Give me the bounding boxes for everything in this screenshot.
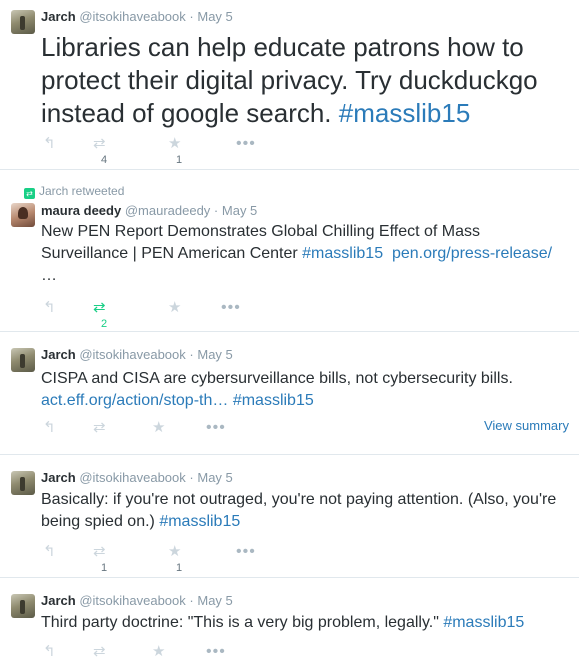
star-icon: ★	[168, 135, 182, 152]
avatar[interactable]	[11, 594, 35, 618]
star-icon: ★	[152, 419, 166, 436]
favorite-button[interactable]: ★	[152, 644, 165, 660]
reply-button[interactable]: ↰	[43, 300, 56, 316]
separator-dot: ·	[189, 347, 194, 362]
tweet[interactable]: Jarch @itsokihaveabook · May 5 Basically…	[0, 455, 579, 578]
favorite-button[interactable]: ★	[152, 420, 165, 436]
retweet-context-text[interactable]: Jarch retweeted	[39, 184, 124, 198]
avatar[interactable]	[11, 203, 35, 227]
tweet[interactable]: ⇄ Jarch retweeted maura deedy @mauradeedy…	[0, 170, 579, 332]
truncation-ellipsis: …	[41, 267, 57, 284]
retweet-count: 4	[101, 154, 108, 166]
tweet-header: Jarch @itsokihaveabook · May 5	[41, 470, 233, 486]
tweet-header: Jarch @itsokihaveabook · May 5	[41, 347, 233, 363]
retweet-count: 2	[101, 318, 108, 330]
retweet-button[interactable]: ⇄2	[93, 299, 107, 331]
tweet[interactable]: Jarch @itsokihaveabook · May 5 Third par…	[0, 578, 579, 669]
retweet-icon: ⇄	[24, 188, 35, 199]
tweet-text: New PEN Report Demonstrates Global Chill…	[41, 221, 569, 287]
tweet-timestamp[interactable]: May 5	[222, 203, 257, 218]
tweet-timestamp[interactable]: May 5	[197, 347, 232, 362]
more-icon[interactable]: •••	[236, 136, 256, 152]
separator-dot: ·	[189, 593, 194, 608]
reply-icon: ↰	[43, 643, 56, 660]
tweet-text: CISPA and CISA are cybersurveillance bil…	[41, 368, 569, 412]
star-icon: ★	[168, 543, 182, 560]
avatar[interactable]	[11, 10, 35, 34]
author-name[interactable]: Jarch	[41, 9, 76, 24]
separator-dot: ·	[189, 470, 194, 485]
reply-icon: ↰	[43, 543, 56, 560]
favorite-button[interactable]: ★1	[168, 135, 182, 167]
more-icon[interactable]: •••	[221, 300, 241, 316]
retweet-button[interactable]: ⇄4	[93, 135, 107, 167]
hashtag-link[interactable]: #masslib15	[302, 245, 383, 262]
reply-button[interactable]: ↰	[43, 136, 56, 152]
url-link[interactable]: act.eff.org/action/stop-th…	[41, 392, 228, 409]
retweet-context: ⇄ Jarch retweeted	[24, 184, 124, 199]
author-handle[interactable]: @itsokihaveabook	[79, 9, 185, 24]
tweet-body: Third party doctrine: "This is a very bi…	[41, 614, 444, 631]
retweet-button[interactable]: ⇄	[93, 420, 106, 436]
more-icon[interactable]: •••	[206, 420, 226, 436]
star-icon: ★	[152, 643, 166, 660]
tweet-text: Third party doctrine: "This is a very bi…	[41, 612, 569, 634]
reply-icon: ↰	[43, 419, 56, 436]
star-icon: ★	[168, 299, 182, 316]
retweet-count: 1	[101, 562, 108, 574]
author-handle[interactable]: @mauradeedy	[125, 203, 210, 218]
tweet-text: Basically: if you're not outraged, you'r…	[41, 489, 569, 533]
tweet-header: Jarch @itsokihaveabook · May 5	[41, 9, 233, 25]
reply-button[interactable]: ↰	[43, 420, 56, 436]
favorite-button[interactable]: ★	[168, 300, 181, 316]
tweet-feed: Jarch @itsokihaveabook · May 5 Libraries…	[0, 0, 579, 669]
author-name[interactable]: maura deedy	[41, 203, 121, 218]
author-name[interactable]: Jarch	[41, 470, 76, 485]
reply-icon: ↰	[43, 135, 56, 152]
more-icon[interactable]: •••	[206, 644, 226, 660]
favorite-count: 1	[176, 154, 183, 166]
tweet-header: Jarch @itsokihaveabook · May 5	[41, 593, 233, 609]
retweet-button[interactable]: ⇄1	[93, 543, 107, 575]
author-handle[interactable]: @itsokihaveabook	[79, 470, 185, 485]
separator-dot: ·	[189, 9, 194, 24]
hashtag-link[interactable]: #masslib15	[233, 392, 314, 409]
hashtag-link[interactable]: #masslib15	[159, 513, 240, 530]
tweet-timestamp[interactable]: May 5	[197, 9, 232, 24]
favorite-count: 1	[176, 562, 183, 574]
tweet[interactable]: Jarch @itsokihaveabook · May 5 Libraries…	[0, 0, 579, 170]
avatar[interactable]	[11, 471, 35, 495]
separator-dot: ·	[213, 203, 219, 218]
tweet[interactable]: Jarch @itsokihaveabook · May 5 CISPA and…	[0, 332, 579, 455]
view-summary-link[interactable]: View summary	[484, 418, 569, 433]
tweet-text: Libraries can help educate patrons how t…	[41, 31, 569, 130]
hashtag-link[interactable]: #masslib15	[339, 98, 471, 128]
reply-button[interactable]: ↰	[43, 644, 56, 660]
hashtag-link[interactable]: #masslib15	[443, 614, 524, 631]
tweet-body: Basically: if you're not outraged, you'r…	[41, 491, 557, 530]
url-link[interactable]: pen.org/press-release/	[392, 245, 552, 262]
author-handle[interactable]: @itsokihaveabook	[79, 593, 185, 608]
tweet-header: maura deedy @mauradeedy · May 5	[41, 203, 257, 219]
retweet-button[interactable]: ⇄	[93, 644, 106, 660]
author-handle[interactable]: @itsokihaveabook	[79, 347, 185, 362]
tweet-timestamp[interactable]: May 5	[197, 470, 232, 485]
retweet-icon: ⇄	[93, 419, 106, 436]
author-name[interactable]: Jarch	[41, 593, 76, 608]
tweet-body: CISPA and CISA are cybersurveillance bil…	[41, 370, 513, 387]
avatar[interactable]	[11, 348, 35, 372]
retweet-icon: ⇄	[93, 543, 106, 560]
retweet-icon: ⇄	[93, 299, 106, 316]
retweet-icon: ⇄	[93, 135, 106, 152]
reply-icon: ↰	[43, 299, 56, 316]
more-icon[interactable]: •••	[236, 544, 256, 560]
favorite-button[interactable]: ★1	[168, 543, 182, 575]
tweet-timestamp[interactable]: May 5	[197, 593, 232, 608]
author-name[interactable]: Jarch	[41, 347, 76, 362]
reply-button[interactable]: ↰	[43, 544, 56, 560]
retweet-icon: ⇄	[93, 643, 106, 660]
